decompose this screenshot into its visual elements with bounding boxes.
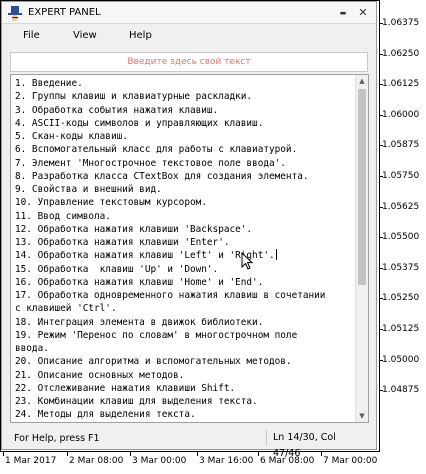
scroll-thumb[interactable] bbox=[358, 89, 366, 285]
menu-bar: File View Help bbox=[2, 24, 376, 50]
price-label: 1.05875 bbox=[382, 140, 420, 151]
text-line: 3. Обработка события нажатия клавиш. bbox=[15, 104, 219, 116]
price-label: 1.06250 bbox=[382, 48, 420, 59]
text-line: с клавишей 'Ctrl'. bbox=[15, 303, 117, 315]
status-bar: For Help, press F1 Ln 14/30, Col 47/46 bbox=[2, 428, 376, 459]
text-caret bbox=[275, 249, 277, 261]
window-title: EXPERT PANEL bbox=[28, 7, 101, 18]
text-input-field[interactable]: Введите здесь свой текст bbox=[10, 52, 368, 72]
minimize-icon[interactable]: ▬ bbox=[335, 5, 351, 21]
time-label: 7 Mar 00:00 bbox=[323, 456, 378, 466]
mouse-cursor-icon bbox=[241, 252, 254, 270]
price-label: 1.05000 bbox=[382, 354, 420, 365]
text-line: 24. Методы для выделения текста. bbox=[15, 409, 196, 421]
price-label: 1.05750 bbox=[382, 171, 420, 181]
close-icon[interactable]: ✕ bbox=[355, 5, 371, 21]
price-label: 1.04875 bbox=[382, 385, 420, 396]
text-line: 2. Группы клавиш и клавиатурные раскладк… bbox=[15, 91, 253, 103]
time-scale: 1 Mar 2017 2 Mar 08:00 3 Mar 00:00 3 Mar 16… bbox=[0, 452, 426, 474]
time-tick bbox=[130, 452, 131, 456]
text-line: 5. Скан-коды клавиш. bbox=[15, 131, 128, 142]
text-line: ввода. bbox=[15, 343, 49, 354]
text-line: 17. Обработка одновременного нажатия кла… bbox=[15, 290, 326, 301]
text-line: 23. Комбинации клавиш для выделения текс… bbox=[15, 396, 258, 407]
time-label: 3 Mar 16:00 bbox=[199, 456, 254, 466]
time-tick bbox=[321, 452, 322, 456]
title-bar[interactable]: EXPERT PANEL ▬ ✕ bbox=[2, 2, 376, 24]
text-line: 8. Разработка класса CTextBox для создан… bbox=[15, 170, 309, 182]
vertical-scrollbar[interactable]: ▲ ▼ bbox=[355, 75, 368, 422]
text-line: 13. Обработка нажатия клавиши 'Enter'. bbox=[15, 237, 230, 248]
price-label: 1.05625 bbox=[382, 201, 420, 212]
text-line: 1. Введение. bbox=[15, 78, 83, 89]
text-line: 20. Описание алгоритма и вспомогательных… bbox=[15, 356, 292, 368]
price-label: 1.06000 bbox=[382, 109, 420, 120]
price-label: 1.05250 bbox=[382, 293, 420, 304]
price-label: 1.05500 bbox=[382, 232, 420, 243]
text-line: 9. Свойства и внешний вид. bbox=[15, 184, 162, 195]
time-label: 3 Mar 00:00 bbox=[132, 456, 187, 466]
price-label: 1.06125 bbox=[382, 79, 420, 90]
time-tick bbox=[67, 452, 68, 456]
text-line: 6. Вспомогательный класс для работы с кл… bbox=[15, 144, 298, 156]
time-tick bbox=[197, 452, 198, 456]
text-line: 25. Класс для работы с данными изображен… bbox=[15, 422, 351, 423]
text-line: 14. Обработка нажатия клавиш 'Left' и 'R… bbox=[15, 249, 277, 262]
status-cursor-position: Ln 14/30, Col 47/46 bbox=[266, 430, 366, 459]
scroll-down-icon[interactable]: ▼ bbox=[356, 410, 368, 422]
multiline-text-box[interactable]: 1. Введение. 2. Группы клавиш и клавиатур… bbox=[10, 74, 369, 423]
text-lines: 1. Введение. 2. Группы клавиш и клавиатур… bbox=[15, 77, 351, 423]
expert-hat-icon bbox=[8, 6, 22, 21]
time-tick bbox=[258, 452, 259, 456]
text-line: 22. Отслеживание нажатия клавиши Shift. bbox=[15, 382, 236, 394]
expert-panel-window: EXPERT PANEL ▬ ✕ File View Help Введите … bbox=[1, 1, 377, 459]
text-line: 16. Обработка нажатия клавиш 'Home' и 'E… bbox=[15, 276, 264, 288]
text-line: 15. Обработка клавиш 'Up' и 'Down'. bbox=[15, 263, 219, 275]
text-line: 7. Элемент 'Многострочное текстовое поле… bbox=[15, 157, 286, 169]
menu-help[interactable]: Help bbox=[129, 30, 152, 41]
scroll-up-icon[interactable]: ▲ bbox=[356, 75, 368, 87]
time-tick bbox=[3, 452, 4, 456]
text-line: 11. Ввод символа. bbox=[15, 210, 111, 222]
price-scale: 1.06375 1.06250 1.06125 1.06000 1.05875 1.057… bbox=[380, 0, 426, 452]
menu-view[interactable]: View bbox=[73, 30, 97, 41]
price-label: 1.05375 bbox=[382, 262, 420, 273]
text-line: 10. Управление текстовым курсором. bbox=[15, 197, 207, 209]
price-label: 1.05125 bbox=[382, 324, 420, 334]
time-label: 1 Mar 2017 bbox=[5, 456, 57, 466]
text-line: 12. Обработка нажатия клавиши 'Backspace… bbox=[15, 223, 253, 235]
text-line: 19. Режим 'Перенос по словам' в многостр… bbox=[15, 329, 298, 341]
price-label: 1.06375 bbox=[382, 18, 420, 28]
text-line: 4. ASCII-коды символов и управляющих кла… bbox=[15, 117, 264, 129]
text-line: 18. Интеграция элемента в движок библиот… bbox=[15, 316, 264, 328]
status-help-text: For Help, press F1 bbox=[14, 433, 100, 444]
menu-file[interactable]: File bbox=[23, 30, 40, 41]
text-line: 21. Описание основных методов. bbox=[15, 369, 185, 381]
time-label: 2 Mar 08:00 bbox=[69, 456, 124, 466]
